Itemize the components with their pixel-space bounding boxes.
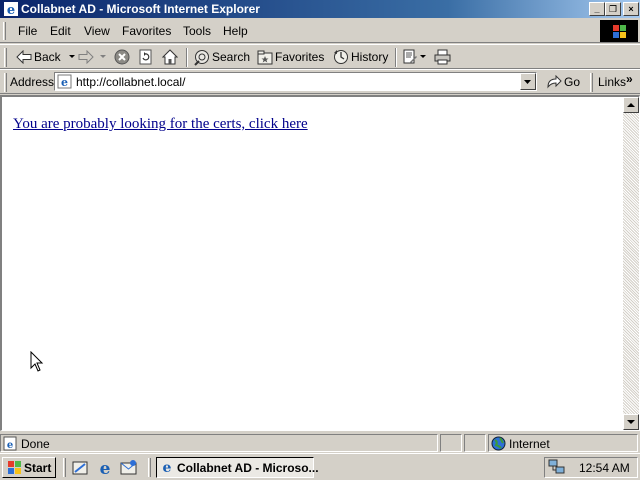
windows-logo-icon [600,20,638,42]
content-area: You are probably looking for the certs, … [0,95,640,431]
title-bar[interactable]: e Collabnet AD - Microsoft Internet Expl… [0,0,640,18]
menu-favorites[interactable]: Favorites [122,24,171,38]
minimize-button[interactable]: _ [589,2,605,16]
menu-view[interactable]: View [84,24,110,38]
network-icon[interactable] [548,459,566,475]
arrow-up-icon [627,103,635,107]
menu-bar: File Edit View Favorites Tools Help [0,19,640,43]
ie-launch-icon[interactable]: e [96,459,114,477]
windows-flag-icon [8,461,21,474]
chevron-down-icon [420,55,426,58]
window-title: Collabnet AD - Microsoft Internet Explor… [21,2,260,16]
vertical-scrollbar[interactable] [623,97,639,430]
toolbar-separator [186,48,188,67]
print-button[interactable] [434,48,451,66]
status-bar: e Done Internet [0,433,640,453]
favorites-label: Favorites [275,50,325,64]
svg-text:e: e [163,460,172,475]
menu-file[interactable]: File [18,24,37,38]
back-button[interactable]: Back [16,48,77,66]
address-grip[interactable] [4,73,7,92]
menu-edit[interactable]: Edit [50,24,71,38]
favorites-icon [257,50,273,64]
ie-icon: e [4,2,18,17]
status-pane-secure [464,434,486,452]
address-value: http://collabnet.local/ [76,75,186,89]
svg-text:e: e [100,459,111,477]
go-arrow-icon [547,75,562,89]
standard-toolbar: Back Search Favorites History [0,44,640,69]
page-done-icon: e [3,436,17,451]
go-label: Go [564,75,581,89]
address-input[interactable]: e http://collabnet.local/ [54,72,537,91]
history-icon [334,50,348,64]
history-button[interactable]: History [333,48,388,66]
status-pane-progress [440,434,462,452]
status-pane-zone: Internet [488,434,638,452]
address-label: Address [10,75,55,89]
menu-help[interactable]: Help [223,24,248,38]
home-button[interactable] [162,48,178,66]
scroll-up-button[interactable] [623,97,639,113]
toolbar-separator [395,48,397,67]
search-label: Search [212,50,251,64]
svg-text:e: e [61,76,68,89]
refresh-icon [139,49,152,65]
clock[interactable]: 12:54 AM [579,461,630,475]
stop-icon [114,49,130,65]
address-dropdown-button[interactable] [520,73,536,90]
certs-link[interactable]: You are probably looking for the certs, … [13,116,308,133]
system-tray: 12:54 AM [544,457,638,478]
ie-icon: e [163,460,172,475]
back-icon [16,50,32,64]
links-chevron-icon[interactable]: » [626,72,633,86]
globe-icon [491,436,506,451]
chevron-down-icon [100,55,106,58]
favorites-button[interactable]: Favorites [257,48,324,66]
mouse-pointer-icon [30,351,44,372]
arrow-down-icon [627,420,635,424]
svg-text:e: e [7,440,13,451]
menu-tools[interactable]: Tools [183,24,211,38]
outlook-icon[interactable] [120,459,138,477]
history-label: History [351,50,389,64]
svg-text:e: e [7,3,15,17]
edit-button[interactable] [402,48,427,66]
start-button[interactable]: Start [2,457,56,478]
links-grip[interactable] [590,73,593,92]
close-button[interactable]: × [623,2,639,16]
print-icon [434,49,451,65]
status-text: Done [21,437,50,451]
start-label: Start [24,461,52,475]
taskbar: Start e e Collabnet AD - Microso... 12:5… [0,453,640,480]
back-label: Back [34,50,61,64]
toolbar-grip[interactable] [4,48,7,67]
tasks-grip[interactable] [148,458,151,477]
forward-icon [78,50,94,64]
page-icon: e [57,74,72,89]
search-icon [194,49,209,66]
scroll-down-button[interactable] [623,414,639,430]
forward-button[interactable] [78,48,108,66]
task-button-ie[interactable]: e Collabnet AD - Microso... [156,457,319,478]
restore-button[interactable]: ❐ [605,2,621,16]
quicklaunch-grip[interactable] [63,458,66,477]
chevron-down-icon [524,80,531,84]
search-button[interactable]: Search [193,48,250,66]
links-button[interactable]: Links [598,75,626,89]
zone-text: Internet [509,437,550,451]
address-bar: Address e http://collabnet.local/ Go Lin… [0,69,640,94]
refresh-button[interactable] [138,48,154,66]
task-label: Collabnet AD - Microso... [177,461,319,475]
stop-button[interactable] [114,48,130,66]
home-icon [162,49,178,65]
go-button[interactable]: Go [546,73,580,91]
chevron-down-icon [68,55,75,58]
edit-icon [403,49,417,64]
status-pane-main: e Done [0,434,438,452]
show-desktop-icon[interactable] [72,459,90,477]
menu-grip[interactable] [3,22,6,40]
